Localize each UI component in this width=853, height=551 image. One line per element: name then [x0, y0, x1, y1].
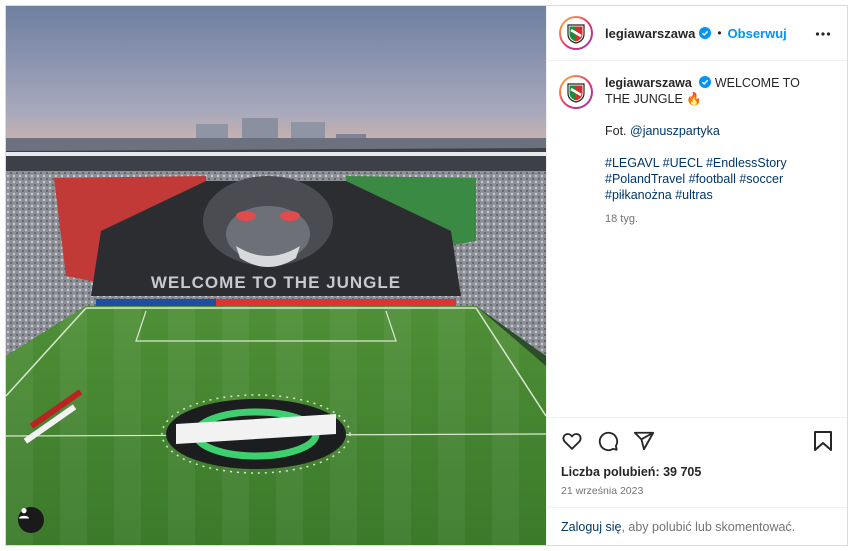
share-icon[interactable] — [633, 430, 655, 452]
post-side-panel: legiawarszawa • Obserwuj legiawarszawa W… — [546, 6, 847, 545]
user-tag-button[interactable] — [18, 507, 44, 533]
photo-credit-prefix: Fot. — [605, 124, 631, 138]
club-crest-icon — [567, 83, 585, 103]
login-prompt: Zaloguj się, aby polubić lub skomentować… — [547, 507, 847, 545]
caption-area: legiawarszawa WELCOME TO THE JUNGLE 🔥 Fo… — [547, 61, 847, 417]
actions-bar — [547, 417, 847, 463]
stadium-image: WELCOME TO THE JUNGLE — [6, 6, 546, 545]
likes-count[interactable]: Liczba polubień: 39 705 — [547, 465, 847, 479]
header-username[interactable]: legiawarszawa — [605, 26, 695, 41]
hashtags-line-3[interactable]: #piłkanożna #ultras — [605, 187, 815, 203]
caption-text: legiawarszawa WELCOME TO THE JUNGLE 🔥 Fo… — [605, 75, 815, 417]
avatar[interactable] — [559, 16, 593, 50]
post-frame: WELCOME TO THE JUNGLE legiawarszawa • Ob… — [5, 5, 848, 546]
follow-button[interactable]: Obserwuj — [728, 26, 787, 41]
separator-dot: • — [717, 26, 722, 40]
banner-text: WELCOME TO THE JUNGLE — [151, 273, 401, 292]
post-date: 21 września 2023 — [561, 485, 644, 497]
club-crest-icon — [567, 24, 585, 44]
caption-username[interactable]: legiawarszawa — [605, 76, 692, 90]
hashtags-line-1[interactable]: #LEGAVL #UECL #EndlessStory — [605, 155, 815, 171]
bookmark-icon[interactable] — [813, 430, 833, 452]
heart-icon[interactable] — [561, 430, 583, 452]
caption-avatar[interactable] — [559, 75, 593, 109]
photo-credit-line: Fot. @januszpartyka — [605, 123, 815, 139]
more-icon[interactable] — [815, 26, 831, 42]
login-prompt-text: , aby polubić lub skomentować. — [621, 519, 796, 534]
user-tag-icon — [19, 508, 29, 519]
photo-credit-link[interactable]: @januszpartyka — [630, 124, 720, 138]
comment-icon[interactable] — [597, 430, 619, 452]
post-photo[interactable]: WELCOME TO THE JUNGLE — [6, 6, 546, 545]
login-link[interactable]: Zaloguj się — [561, 520, 621, 534]
caption-age: 18 tyg. — [605, 213, 639, 225]
post-header: legiawarszawa • Obserwuj — [547, 6, 847, 61]
verified-icon — [699, 76, 712, 88]
verified-icon — [699, 27, 712, 39]
hashtags-line-2[interactable]: #PolandTravel #football #soccer — [605, 171, 815, 187]
